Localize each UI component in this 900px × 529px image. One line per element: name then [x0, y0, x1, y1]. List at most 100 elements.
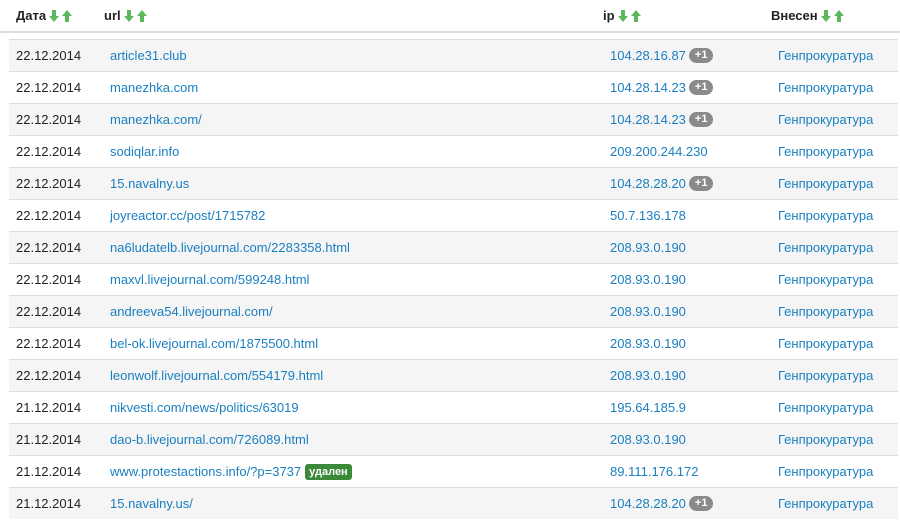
ip-cell: 50.7.136.178 [610, 200, 686, 232]
url-link[interactable]: article31.club [110, 48, 187, 63]
url-link[interactable]: www.protestactions.info/?p=3737 [110, 464, 301, 479]
removed-label: удален [305, 463, 352, 480]
added-by-link[interactable]: Генпрокуратура [778, 240, 873, 255]
url-link[interactable]: maxvl.livejournal.com/599248.html [110, 272, 309, 287]
ip-link[interactable]: 89.111.176.172 [610, 464, 698, 479]
added-by-cell: Генпрокуратура [778, 168, 873, 200]
ip-link[interactable]: 104.28.16.87 [610, 48, 686, 63]
added-by-link[interactable]: Генпрокуратура [778, 432, 873, 447]
arrow-down-icon[interactable] [123, 9, 134, 22]
added-by-cell: Генпрокуратура [778, 456, 873, 488]
url-link[interactable]: manezhka.com/ [110, 112, 202, 127]
added-by-link[interactable]: Генпрокуратура [778, 112, 873, 127]
url-link[interactable]: nikvesti.com/news/politics/63019 [110, 400, 299, 415]
ip-cell: 104.28.28.20 +1 [610, 488, 714, 520]
added-by-link[interactable]: Генпрокуратура [778, 208, 873, 223]
ip-link[interactable]: 208.93.0.190 [610, 368, 686, 383]
ip-link[interactable]: 104.28.14.23 [610, 112, 686, 127]
added-by-link[interactable]: Генпрокуратура [778, 368, 873, 383]
table-row: 22.12.2014 na6ludatelb.livejournal.com/22… [9, 231, 898, 263]
added-by-link[interactable]: Генпрокуратура [778, 144, 873, 159]
added-by-cell: Генпрокуратура [778, 264, 873, 296]
ip-cell: 104.28.28.20 +1 [610, 168, 714, 200]
url-link[interactable]: leonwolf.livejournal.com/554179.html [110, 368, 323, 383]
date-cell: 22.12.2014 [16, 304, 82, 319]
ip-link[interactable]: 104.28.28.20 [610, 176, 686, 191]
added-by-link[interactable]: Генпрокуратура [778, 272, 873, 287]
url-cell: manezhka.com/ [110, 104, 202, 136]
table-row: 21.12.2014 www.protestactions.info/?p=373… [9, 455, 898, 487]
blocked-sites-page: Дата url ip Внесен 22.12.2014 article31.… [0, 0, 900, 529]
url-link[interactable]: 15.navalny.us [110, 176, 189, 191]
arrow-up-icon[interactable] [62, 9, 73, 22]
added-by-link[interactable]: Генпрокуратура [778, 464, 873, 479]
added-by-link[interactable]: Генпрокуратура [778, 80, 873, 95]
table-row: 22.12.2014 joyreactor.cc/post/1715782 50.7… [9, 199, 898, 231]
ip-link[interactable]: 209.200.244.230 [610, 144, 708, 159]
arrow-up-icon[interactable] [833, 9, 844, 22]
ip-cell: 208.93.0.190 [610, 424, 686, 456]
ip-link[interactable]: 104.28.14.23 [610, 80, 686, 95]
added-by-link[interactable]: Генпрокуратура [778, 400, 873, 415]
ip-count-badge[interactable]: +1 [688, 48, 714, 64]
ip-link[interactable]: 208.93.0.190 [610, 432, 686, 447]
ip-link[interactable]: 208.93.0.190 [610, 240, 686, 255]
ip-link[interactable]: 50.7.136.178 [610, 208, 686, 223]
date-cell: 21.12.2014 [16, 432, 82, 447]
ip-cell: 195.64.185.9 [610, 392, 686, 424]
date-cell: 21.12.2014 [16, 496, 82, 511]
added-by-cell: Генпрокуратура [778, 488, 873, 520]
url-link[interactable]: andreeva54.livejournal.com/ [110, 304, 273, 319]
date-cell: 22.12.2014 [16, 48, 82, 63]
ip-link[interactable]: 208.93.0.190 [610, 336, 686, 351]
arrow-up-icon[interactable] [630, 9, 641, 22]
column-header-date: Дата [16, 8, 73, 23]
url-link[interactable]: 15.navalny.us/ [110, 496, 193, 511]
url-link[interactable]: joyreactor.cc/post/1715782 [110, 208, 265, 223]
date-cell: 22.12.2014 [16, 272, 82, 287]
ip-count-badge[interactable]: +1 [688, 112, 714, 128]
ip-link[interactable]: 208.93.0.190 [610, 272, 686, 287]
added-by-link[interactable]: Генпрокуратура [778, 176, 873, 191]
added-by-link[interactable]: Генпрокуратура [778, 304, 873, 319]
arrow-down-icon[interactable] [49, 9, 60, 22]
ip-link[interactable]: 104.28.28.20 [610, 496, 686, 511]
table-row: 22.12.2014 maxvl.livejournal.com/599248.h… [9, 263, 898, 295]
arrow-up-icon[interactable] [136, 9, 147, 22]
ip-cell: 208.93.0.190 [610, 232, 686, 264]
ip-count-badge[interactable]: +1 [688, 80, 714, 96]
added-by-cell: Генпрокуратура [778, 200, 873, 232]
added-by-link[interactable]: Генпрокуратура [778, 48, 873, 63]
ip-count-badge[interactable]: +1 [688, 176, 714, 192]
url-cell: sodiqlar.info [110, 136, 179, 168]
date-cell: 22.12.2014 [16, 144, 82, 159]
ip-link[interactable]: 208.93.0.190 [610, 304, 686, 319]
arrow-down-icon[interactable] [820, 9, 831, 22]
added-by-cell: Генпрокуратура [778, 392, 873, 424]
ip-cell: 208.93.0.190 [610, 264, 686, 296]
url-link[interactable]: bel-ok.livejournal.com/1875500.html [110, 336, 318, 351]
url-link[interactable]: dao-b.livejournal.com/726089.html [110, 432, 309, 447]
url-cell: joyreactor.cc/post/1715782 [110, 200, 265, 232]
column-header-url: url [104, 8, 147, 23]
ip-cell: 208.93.0.190 [610, 296, 686, 328]
url-cell: nikvesti.com/news/politics/63019 [110, 392, 299, 424]
table-row: 22.12.2014 sodiqlar.info 209.200.244.230 Ге… [9, 135, 898, 167]
arrow-down-icon[interactable] [617, 9, 628, 22]
added-by-cell: Генпрокуратура [778, 424, 873, 456]
url-cell: leonwolf.livejournal.com/554179.html [110, 360, 323, 392]
table-header: Дата url ip Внесен [0, 0, 900, 33]
url-cell: na6ludatelb.livejournal.com/2283358.html [110, 232, 350, 264]
date-cell: 22.12.2014 [16, 240, 82, 255]
ip-link[interactable]: 195.64.185.9 [610, 400, 686, 415]
url-link[interactable]: sodiqlar.info [110, 144, 179, 159]
url-link[interactable]: manezhka.com [110, 80, 198, 95]
table-row: 22.12.2014 article31.club 104.28.16.87 +1 Ге… [9, 39, 898, 71]
table-row: 21.12.2014 15.navalny.us/104.28.28.20 +1 Ге… [9, 487, 898, 519]
added-by-link[interactable]: Генпрокуратура [778, 496, 873, 511]
url-link[interactable]: na6ludatelb.livejournal.com/2283358.html [110, 240, 350, 255]
ip-count-badge[interactable]: +1 [688, 496, 714, 512]
added-by-link[interactable]: Генпрокуратура [778, 336, 873, 351]
column-header-label: url [104, 8, 121, 23]
column-header-added-by: Внесен [771, 8, 844, 23]
